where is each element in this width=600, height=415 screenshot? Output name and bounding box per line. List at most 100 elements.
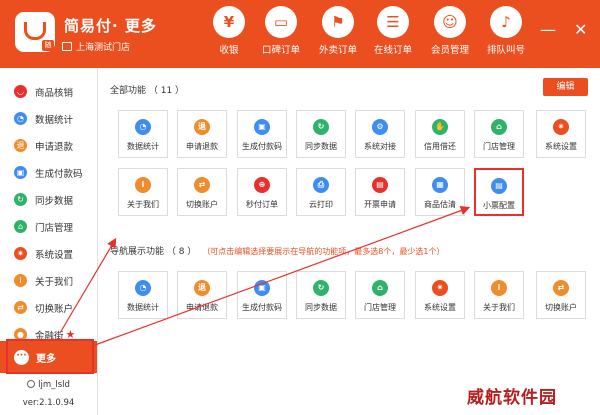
function-label: 生成付款码 — [242, 303, 282, 312]
logo-badge: 随 — [42, 40, 54, 51]
function-tile[interactable]: 退申请退款 — [177, 271, 227, 319]
function-icon: ↻ — [313, 280, 329, 296]
function-label: 门店管理 — [364, 303, 396, 312]
username: ljm_lsld — [38, 380, 70, 390]
app-logo: 随 — [15, 12, 55, 52]
function-label: 数据统计 — [127, 303, 159, 312]
function-label: 秒付订单 — [246, 200, 278, 209]
function-icon: ▣ — [254, 119, 270, 135]
close-button[interactable]: ✕ — [574, 22, 587, 38]
user-info: ljm_lsld — [0, 380, 97, 390]
shopping-bag-icon — [24, 22, 46, 40]
function-label: 系统设置 — [545, 142, 577, 151]
function-tile[interactable]: ▤ 小票配置 — [474, 168, 524, 216]
star-icon: ★ — [65, 328, 76, 341]
function-icon: ⚙ — [372, 119, 388, 135]
version-label: ver:2.1.0.94 — [22, 398, 75, 408]
function-icon: ⎙ — [313, 177, 329, 193]
sidebar-icon: i — [14, 274, 27, 287]
function-tile[interactable]: ↻ 同步数据 — [296, 110, 346, 158]
function-tile[interactable]: ✷ 系统设置 — [415, 271, 465, 319]
function-tile[interactable]: i 关于我们 — [118, 168, 168, 216]
function-icon: ✷ — [432, 280, 448, 296]
function-label: 申请退款 — [186, 303, 218, 312]
function-tile[interactable]: ⚙ 系统对接 — [355, 110, 405, 158]
function-label: 申请退款 — [186, 142, 218, 151]
nav-3[interactable]: ☰ 在线订单 — [367, 6, 419, 56]
nav-label: 在线订单 — [373, 45, 412, 56]
function-tile[interactable]: ✋ 信用借还 — [415, 110, 465, 158]
nav-functions-title: 导航展示功能 （ 8 ） （可点击编辑选择要展示在导航的功能项，最多选8个，最少选… — [110, 244, 445, 257]
nav-4[interactable]: ☺ 会员管理 — [424, 6, 476, 56]
app-title: 简易付· 更多 — [64, 17, 157, 35]
function-icon: ▦ — [432, 177, 448, 193]
function-label: 云打印 — [309, 200, 333, 209]
function-tile[interactable]: ⊕ 秒付订单 — [237, 168, 287, 216]
function-tile[interactable]: ✷ 系统设置 — [536, 110, 586, 158]
sidebar-item-5[interactable]: ⌂ 门店管理 — [0, 213, 97, 240]
top-header: 随 简易付· 更多 上海测试门店 ¥ 收银 ▭ 口碑订单 ⚑ 外卖订单 ☰ 在线订单 ☺ 会员管理… — [0, 0, 600, 68]
function-tile[interactable]: ◔ 数据统计 — [118, 110, 168, 158]
nav-label: 会员管理 — [430, 45, 469, 56]
function-icon: ⇄ — [553, 280, 569, 296]
function-tile[interactable]: ⌂ 门店管理 — [355, 271, 405, 319]
function-tile[interactable]: ▦ 商品估清 — [415, 168, 465, 216]
function-label: 小票配置 — [483, 201, 515, 210]
all-functions-title: 全部功能 （ 11 ） — [110, 86, 185, 96]
function-tile[interactable]: ◔ 数据统计 — [118, 271, 168, 319]
function-label: 同步数据 — [305, 142, 337, 151]
sidebar-item-more[interactable]: ··· 更多 — [0, 341, 97, 373]
function-icon: ↻ — [313, 119, 329, 135]
more-icon: ··· — [14, 349, 29, 365]
nav-label: 排队叫号 — [486, 45, 525, 56]
member-icon: ☺ — [434, 6, 466, 38]
function-tile[interactable]: ⎙ 云打印 — [296, 168, 346, 216]
function-tile[interactable]: ⇄ 切换账户 — [177, 168, 227, 216]
function-label: 系统设置 — [424, 303, 456, 312]
function-icon: ▤ — [372, 177, 388, 193]
sidebar-item-4[interactable]: ↻ 同步数据 — [0, 186, 97, 213]
nav-label: 口碑订单 — [261, 45, 300, 56]
sidebar-icon: 退 — [14, 139, 27, 152]
function-tile[interactable]: ▤ 开票申请 — [355, 168, 405, 216]
sidebar-item-1[interactable]: ◔ 数据统计 — [0, 105, 97, 132]
online-order-icon: ☰ — [377, 6, 409, 38]
sidebar-item-label: 申请退款 — [35, 141, 74, 153]
sidebar-icon: ⌂ — [14, 220, 27, 233]
function-label: 关于我们 — [127, 200, 159, 209]
function-tile[interactable]: ▣ 生成付款码 — [237, 110, 287, 158]
sidebar-item-label: 门店管理 — [35, 222, 74, 234]
sidebar-item-6[interactable]: ✷ 系统设置 — [0, 240, 97, 267]
sidebar-item-2[interactable]: 退申请退款 — [0, 132, 97, 159]
nav-1[interactable]: ▭ 口碑订单 — [255, 6, 307, 56]
function-label: 生成付款码 — [242, 142, 282, 151]
function-tile[interactable]: ⌂ 门店管理 — [474, 110, 524, 158]
sidebar-item-3[interactable]: ▣ 生成付款码 — [0, 159, 97, 186]
minimize-button[interactable]: — — [540, 22, 556, 38]
bell-icon: ♪ — [490, 6, 522, 38]
function-icon: ▣ — [254, 280, 270, 296]
sidebar-item-label: 关于我们 — [35, 276, 74, 288]
function-label: 系统对接 — [364, 142, 396, 151]
nav-2[interactable]: ⚑ 外卖订单 — [312, 6, 364, 56]
sidebar-divider — [97, 68, 98, 415]
function-icon: i — [491, 280, 507, 296]
yen-icon: ¥ — [213, 6, 245, 38]
function-icon: ✋ — [432, 119, 448, 135]
sidebar-icon: ✷ — [14, 247, 27, 260]
function-tile[interactable]: ↻ 同步数据 — [296, 271, 346, 319]
sidebar-icon: ▣ — [14, 166, 27, 179]
function-label: 同步数据 — [305, 303, 337, 312]
nav-0[interactable]: ¥ 收银 — [203, 6, 255, 56]
function-tile[interactable]: 退申请退款 — [177, 110, 227, 158]
function-tile[interactable]: ⇄ 切换账户 — [536, 271, 586, 319]
sidebar-item-0[interactable]: ◡ 商品核销 — [0, 78, 97, 105]
function-tile[interactable]: ▣ 生成付款码 — [237, 271, 287, 319]
sidebar-item-7[interactable]: i 关于我们 — [0, 267, 97, 294]
function-tile[interactable]: i 关于我们 — [474, 271, 524, 319]
nav-5[interactable]: ♪ 排队叫号 — [480, 6, 532, 56]
function-icon: 退 — [194, 280, 210, 296]
sidebar-item-8[interactable]: ⇄ 切换账户 — [0, 294, 97, 321]
edit-button[interactable]: 编辑 — [543, 78, 588, 96]
function-icon: ⌂ — [491, 119, 507, 135]
